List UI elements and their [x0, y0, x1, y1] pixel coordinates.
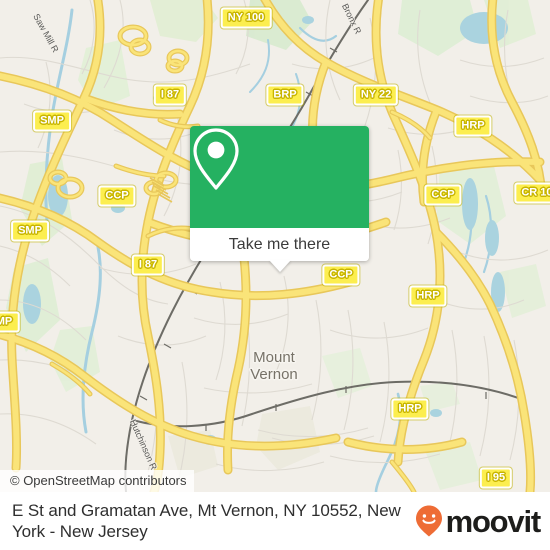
moovit-brand[interactable]: moovit: [413, 503, 542, 539]
location-popup-card[interactable]: Take me there: [190, 126, 369, 272]
route-shield-smp-mid[interactable]: SMP: [11, 220, 49, 242]
popup-pointer-tail: [268, 260, 291, 272]
route-shield-ny-22[interactable]: NY 22: [353, 84, 399, 106]
route-shield-hrp-low[interactable]: HRP: [391, 398, 429, 420]
route-shield-hrp-mid[interactable]: HRP: [409, 285, 447, 307]
popup-header: [190, 126, 369, 228]
route-shield-i-87-top[interactable]: I 87: [153, 84, 187, 106]
route-shield-smp-top[interactable]: SMP: [33, 110, 71, 132]
route-shield-ccp-left[interactable]: CCP: [98, 185, 136, 207]
take-me-there-button[interactable]: Take me there: [190, 228, 369, 261]
route-shield-smp-edge[interactable]: MP: [0, 311, 20, 333]
route-shield-cr-101[interactable]: CR 101: [514, 182, 550, 204]
route-shield-ny-100[interactable]: NY 100: [220, 7, 272, 29]
page-footer: E St and Gramatan Ave, Mt Vernon, NY 105…: [0, 492, 550, 550]
route-shield-ccp-right[interactable]: CCP: [424, 184, 462, 206]
map-pin-icon: [193, 128, 239, 190]
route-shield-ccp-mid[interactable]: CCP: [322, 264, 360, 286]
osm-attribution[interactable]: © OpenStreetMap contributors: [0, 470, 194, 492]
moovit-wordmark: moovit: [445, 503, 542, 539]
map-canvas[interactable]: Saw Mill R Bronx R Hutchinson R Mount Ve…: [0, 0, 550, 492]
route-shield-hrp-top[interactable]: HRP: [454, 115, 492, 137]
route-shield-brp-top[interactable]: BRP: [266, 84, 304, 106]
route-shield-i-95[interactable]: I 95: [479, 467, 513, 489]
route-shield-i-87-mid[interactable]: I 87: [131, 254, 165, 276]
address-caption: E St and Gramatan Ave, Mt Vernon, NY 105…: [12, 501, 401, 541]
map-screenshot: Saw Mill R Bronx R Hutchinson R Mount Ve…: [0, 0, 550, 550]
take-me-there-label: Take me there: [228, 235, 331, 253]
moovit-smiley-pin-icon: [415, 505, 442, 537]
